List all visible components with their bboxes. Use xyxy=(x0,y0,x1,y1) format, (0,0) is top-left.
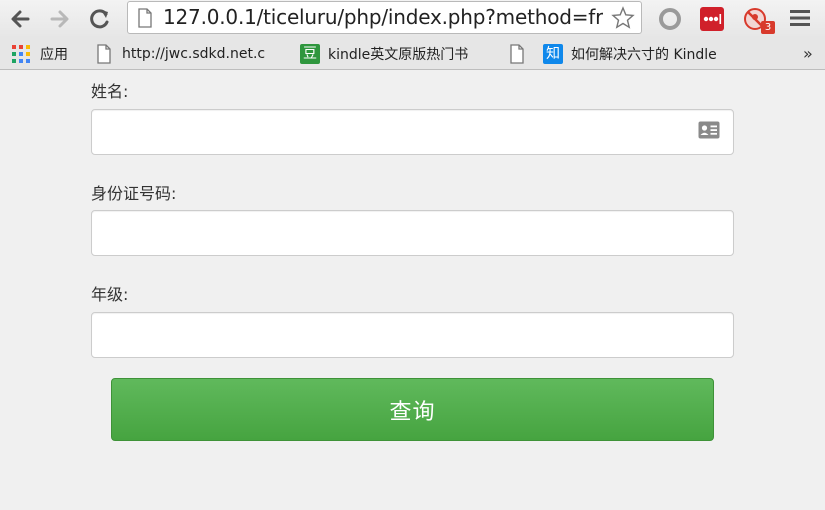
query-button[interactable]: 查询 xyxy=(111,378,714,441)
name-label: 姓名: xyxy=(91,82,129,101)
page-icon xyxy=(138,8,152,28)
browser-toolbar: 127.0.0.1/ticeluru/php/index.php?method=… xyxy=(0,0,825,38)
forward-arrow-icon xyxy=(50,10,69,28)
reload-button[interactable] xyxy=(86,5,114,33)
back-arrow-icon xyxy=(11,10,30,28)
opera-extension-icon[interactable] xyxy=(657,6,683,32)
bookmark-star-icon[interactable] xyxy=(611,6,635,30)
bookmark-apps[interactable]: 应用 xyxy=(12,42,68,66)
page-icon xyxy=(510,44,524,64)
lastpass-extension-icon[interactable] xyxy=(699,6,725,32)
name-input[interactable] xyxy=(91,109,734,155)
grade-label: 年级: xyxy=(91,285,129,304)
reload-icon xyxy=(90,9,109,29)
douban-icon: 豆 xyxy=(300,44,320,64)
id-number-input[interactable] xyxy=(91,210,734,256)
url-text: 127.0.0.1/ticeluru/php/index.php?method=… xyxy=(163,5,603,29)
id-number-label: 身份证号码: xyxy=(91,184,177,203)
bookmark-zhihu[interactable]: 知 如何解决六寸的 Kindle xyxy=(509,42,733,66)
bookmark-label: 如何解决六寸的 Kindle xyxy=(571,44,733,64)
bookmark-label: kindle英文原版热门书 xyxy=(328,44,490,64)
forward-button[interactable] xyxy=(46,5,74,33)
extension-badge-count: 3 xyxy=(761,21,775,34)
address-bar[interactable]: 127.0.0.1/ticeluru/php/index.php?method=… xyxy=(127,1,642,34)
menu-hamburger-icon[interactable] xyxy=(789,8,811,28)
bookmarks-overflow-button[interactable]: » xyxy=(803,44,813,63)
bookmark-douban[interactable]: 豆 kindle英文原版热门书 xyxy=(300,42,490,66)
bookmark-label: 应用 xyxy=(40,47,68,63)
back-button[interactable] xyxy=(6,5,34,33)
bookmarks-bar: 应用 http://jwc.sdkd.net.c 豆 kindle英文原版热门书… xyxy=(0,38,825,70)
contact-card-icon[interactable] xyxy=(698,121,720,139)
bookmark-label: http://jwc.sdkd.net.c xyxy=(122,46,282,62)
zhihu-icon: 知 xyxy=(543,44,563,64)
bookmark-jwc[interactable]: http://jwc.sdkd.net.c xyxy=(96,42,282,66)
page-icon xyxy=(97,44,111,64)
grade-input[interactable] xyxy=(91,312,734,358)
apps-grid-icon xyxy=(12,45,30,63)
